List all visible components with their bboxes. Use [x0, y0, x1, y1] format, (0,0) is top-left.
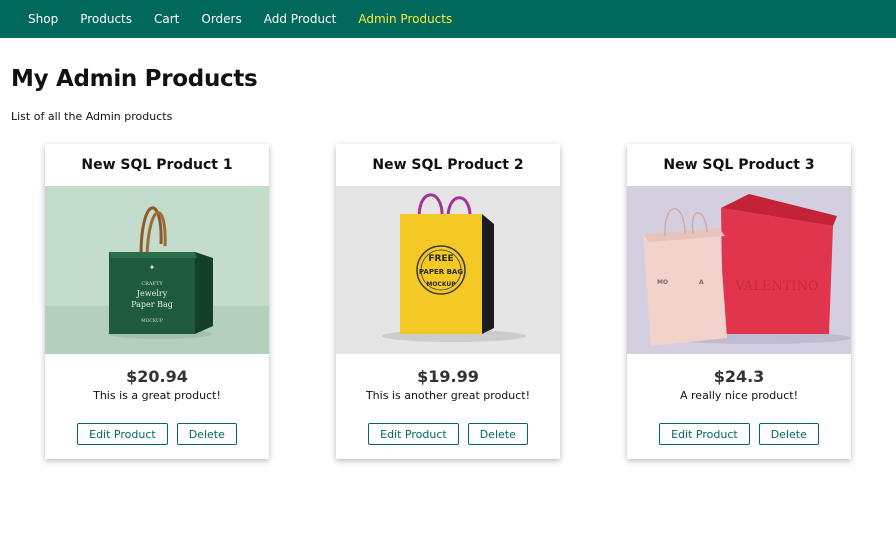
page-subtitle: List of all the Admin products: [11, 110, 173, 123]
nav-add-product[interactable]: Add Product: [264, 12, 337, 26]
product-card: New SQL Product 1 ✦ CRAFTY Jewelry Paper…: [45, 144, 269, 459]
nav-shop[interactable]: Shop: [28, 12, 58, 26]
bag-label-4: MOCKUP: [141, 318, 163, 324]
card-actions: Edit Product Delete: [45, 423, 269, 445]
product-image: FREE PAPER BAG MOCKUP: [336, 186, 560, 354]
svg-text:✦: ✦: [149, 263, 156, 272]
product-price: $19.99: [417, 367, 479, 386]
product-title: New SQL Product 3: [663, 157, 815, 173]
main-header: Shop Products Cart Orders Add Product Ad…: [0, 0, 896, 38]
nav-orders[interactable]: Orders: [201, 12, 241, 26]
edit-product-button[interactable]: Edit Product: [659, 423, 750, 445]
bag-label-2: Jewelry: [136, 289, 168, 298]
card-actions: Edit Product Delete: [336, 423, 560, 445]
product-image: VALENTINO MO A: [627, 186, 851, 354]
product-description: This is a great product!: [93, 389, 221, 402]
nav-products[interactable]: Products: [80, 12, 132, 26]
bag-label-2: PAPER BAG: [419, 268, 463, 276]
main-content: My Admin Products List of all the Admin …: [0, 66, 896, 474]
delete-button[interactable]: Delete: [467, 423, 528, 445]
card-actions: Edit Product Delete: [627, 423, 851, 445]
product-card: New SQL Product 2 FREE PAPER BAG MOCKUP …: [336, 144, 560, 459]
product-description: This is another great product!: [365, 389, 531, 402]
bag-label-3: MOCKUP: [426, 281, 456, 288]
bag-label-1: FREE: [428, 254, 453, 264]
edit-product-button[interactable]: Edit Product: [77, 423, 168, 445]
delete-button[interactable]: Delete: [758, 423, 819, 445]
product-title: New SQL Product 1: [81, 157, 233, 173]
nav-admin-products[interactable]: Admin Products: [358, 12, 452, 26]
delete-button[interactable]: Delete: [176, 423, 237, 445]
bag-label-3: Paper Bag: [131, 300, 173, 309]
bag-label-1: MO: [657, 279, 668, 286]
bag-label-3: VALENTINO: [734, 279, 818, 294]
product-card: New SQL Product 3 VALENTINO MO A $24.3 A…: [627, 144, 851, 459]
product-price: $20.94: [126, 367, 188, 386]
bag-label-2: A: [699, 279, 704, 286]
product-title: New SQL Product 2: [372, 157, 524, 173]
product-description: A really nice product!: [680, 389, 798, 402]
page-title: My Admin Products: [11, 66, 258, 92]
product-grid: New SQL Product 1 ✦ CRAFTY Jewelry Paper…: [11, 144, 885, 474]
edit-product-button[interactable]: Edit Product: [368, 423, 459, 445]
product-price: $24.3: [713, 367, 765, 386]
bag-label-1: CRAFTY: [141, 281, 163, 287]
nav-cart[interactable]: Cart: [154, 12, 179, 26]
product-image: ✦ CRAFTY Jewelry Paper Bag MOCKUP: [45, 186, 269, 354]
